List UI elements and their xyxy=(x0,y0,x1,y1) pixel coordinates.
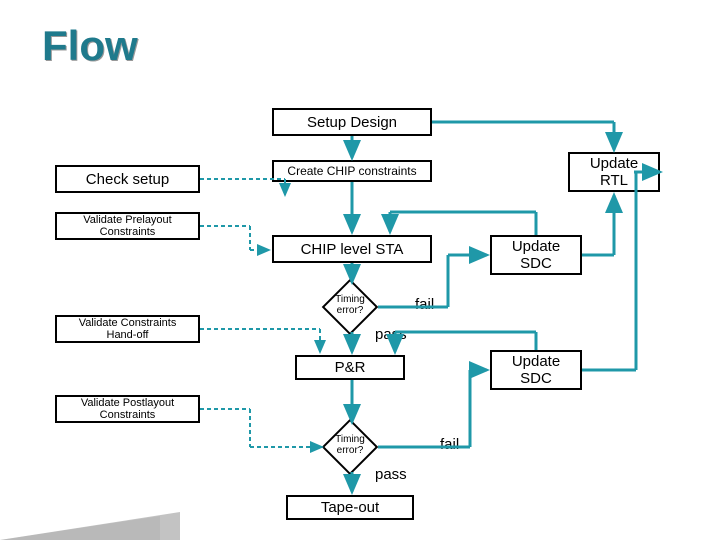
box-update-sdc2: Update SDC xyxy=(490,350,582,390)
box-setup-design: Setup Design xyxy=(272,108,432,136)
decision-label-1: Timing error? xyxy=(332,294,368,316)
box-create-chip-constraints: Create CHIP constraints xyxy=(272,160,432,182)
box-pr: P&R xyxy=(295,355,405,380)
label-fail-2: fail xyxy=(440,436,459,453)
label-fail-1: fail xyxy=(415,296,434,313)
box-update-sdc1: Update SDC xyxy=(490,235,582,275)
page-title: Flow xyxy=(42,22,138,70)
box-tapeout: Tape-out xyxy=(286,495,414,520)
decorative-triangle-2 xyxy=(0,516,160,540)
box-update-rtl: Update RTL xyxy=(568,152,660,192)
box-validate-postlayout: Validate Postlayout Constraints xyxy=(55,395,200,423)
box-check-setup: Check setup xyxy=(55,165,200,193)
label-pass-1: pass xyxy=(375,326,407,343)
box-validate-prelayout: Validate Prelayout Constraints xyxy=(55,212,200,240)
box-chip-level-sta: CHIP level STA xyxy=(272,235,432,263)
box-validate-handoff: Validate Constraints Hand-off xyxy=(55,315,200,343)
decision-label-2: Timing error? xyxy=(332,434,368,456)
label-pass-2: pass xyxy=(375,466,407,483)
